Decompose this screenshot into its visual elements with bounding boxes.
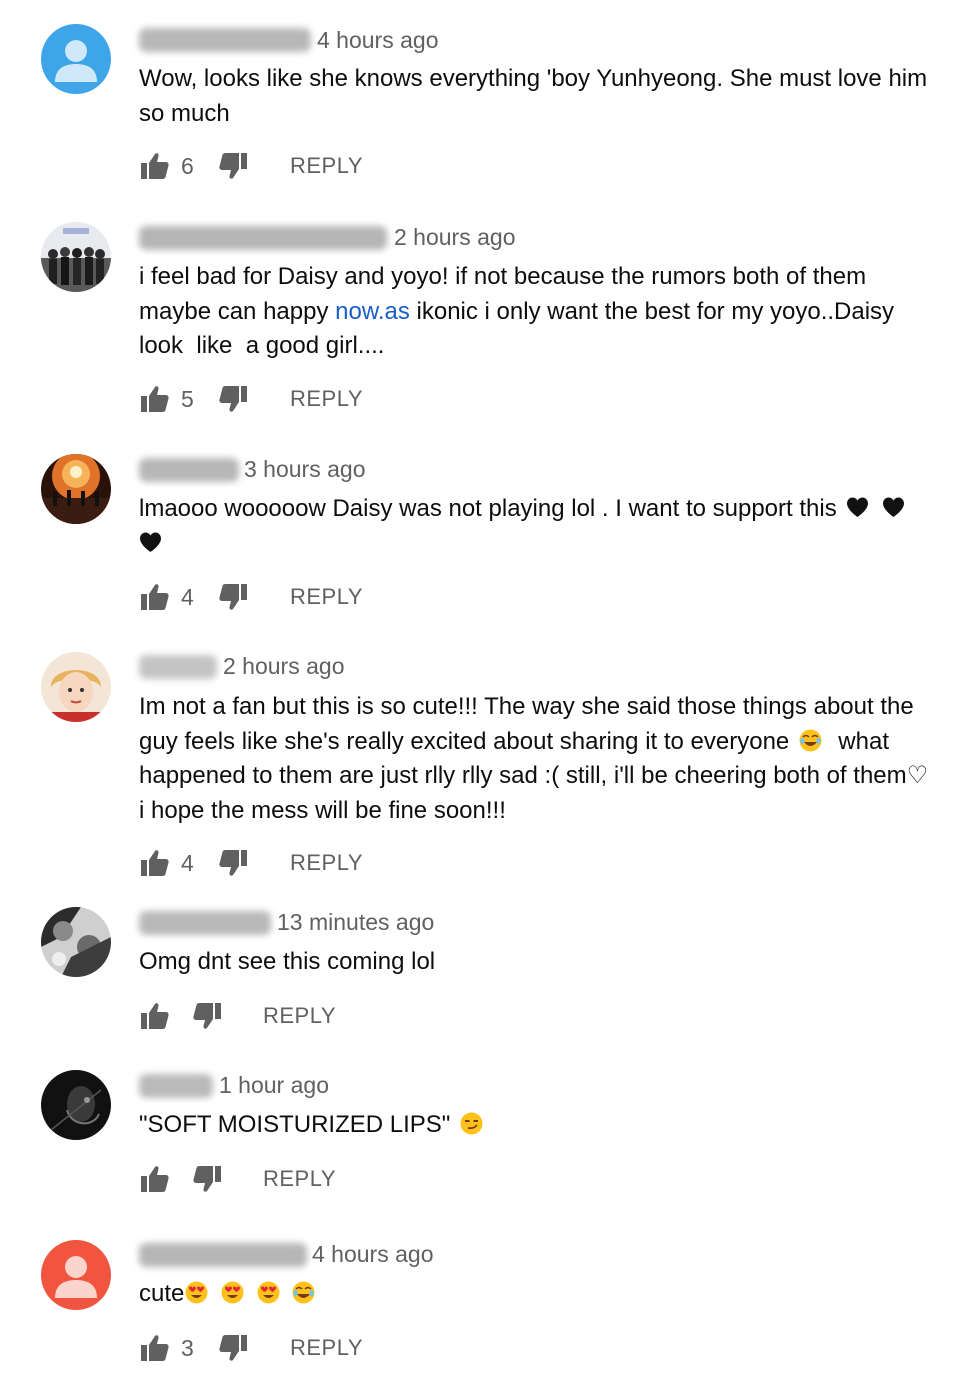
reply-button[interactable]: REPLY	[263, 1001, 336, 1031]
black-heart-icon	[139, 531, 162, 554]
tears-of-joy-icon	[798, 728, 822, 752]
author-name-blurred[interactable]	[139, 458, 239, 482]
comment-actions: 5 REPLY	[139, 384, 439, 418]
comment-text: cute	[139, 1277, 944, 1312]
comment-actions: 4 REPLY	[139, 582, 439, 616]
thumbs-down-icon[interactable]	[193, 1164, 223, 1194]
thumbs-up-icon[interactable]	[139, 384, 169, 414]
thumbs-up-icon[interactable]	[139, 1164, 169, 1194]
like-count: 6	[181, 153, 194, 179]
thumbs-up-icon[interactable]	[139, 582, 169, 612]
comment-timestamp[interactable]: 1 hour ago	[219, 1071, 329, 1099]
smirking-face-icon	[459, 1112, 483, 1135]
user-avatar-icon[interactable]	[41, 222, 111, 292]
comment-text: Omg dnt see this coming lol	[139, 948, 436, 975]
reply-button[interactable]: REPLY	[290, 384, 363, 414]
reply-button[interactable]: REPLY	[290, 582, 363, 612]
author-name-blurred[interactable]	[139, 1074, 213, 1098]
comment-actions: 3 REPLY	[139, 1333, 439, 1367]
comment-text: Im not a fan but this is so cute!!! The …	[139, 693, 929, 824]
heart-eyes-icon	[257, 1281, 280, 1304]
thumbs-down-icon[interactable]	[219, 582, 249, 612]
thumbs-down-icon[interactable]	[219, 151, 249, 181]
black-heart-icon	[882, 496, 905, 519]
comment-actions: REPLY	[139, 1164, 439, 1198]
thumbs-up-icon[interactable]	[139, 1001, 169, 1031]
black-heart-icon	[846, 496, 869, 519]
author-name-blurred[interactable]	[139, 655, 217, 679]
comment-actions: 4 REPLY	[139, 848, 439, 882]
comment-text: Wow, looks like she knows everything 'bo…	[139, 65, 928, 127]
comment-link[interactable]: now.as	[335, 298, 410, 325]
comment-timestamp[interactable]: 2 hours ago	[394, 223, 515, 251]
reply-button[interactable]: REPLY	[290, 848, 363, 878]
comment-timestamp[interactable]: 2 hours ago	[223, 652, 344, 680]
user-avatar-icon[interactable]	[41, 454, 111, 524]
user-avatar-icon[interactable]	[41, 24, 111, 94]
thumbs-up-icon[interactable]	[139, 151, 169, 181]
comment-text: lmaooo wooooow Daisy was not playing lol…	[139, 492, 944, 561]
reply-button[interactable]: REPLY	[290, 1333, 363, 1363]
like-count: 5	[181, 386, 194, 412]
thumbs-up-icon[interactable]	[139, 848, 169, 878]
user-avatar-icon[interactable]	[41, 1240, 111, 1310]
comment-actions: 6 REPLY	[139, 151, 439, 185]
like-count: 4	[181, 850, 194, 876]
author-name-blurred[interactable]	[139, 911, 271, 935]
comment-text: i feel bad for Daisy and yoyo! if not be…	[139, 263, 895, 359]
thumbs-down-icon[interactable]	[193, 1001, 223, 1031]
heart-eyes-icon	[185, 1281, 208, 1304]
tears-of-joy-icon	[292, 1281, 316, 1304]
thumbs-down-icon[interactable]	[219, 848, 249, 878]
thumbs-down-icon[interactable]	[219, 384, 249, 414]
user-avatar-icon[interactable]	[41, 907, 111, 977]
author-name-blurred[interactable]	[139, 226, 387, 250]
comment-timestamp[interactable]: 13 minutes ago	[277, 908, 434, 936]
author-name-blurred[interactable]	[139, 28, 311, 52]
comment-timestamp[interactable]: 4 hours ago	[312, 1240, 433, 1268]
author-name-blurred[interactable]	[139, 1243, 307, 1267]
reply-button[interactable]: REPLY	[290, 151, 363, 181]
like-count: 4	[181, 584, 194, 610]
comment-timestamp[interactable]: 3 hours ago	[244, 455, 365, 483]
comment-timestamp[interactable]: 4 hours ago	[317, 26, 438, 54]
comment-text: "SOFT MOISTURIZED LIPS"	[139, 1108, 944, 1143]
comment-actions: REPLY	[139, 1001, 439, 1035]
reply-button[interactable]: REPLY	[263, 1164, 336, 1194]
thumbs-up-icon[interactable]	[139, 1333, 169, 1363]
user-avatar-icon[interactable]	[41, 652, 111, 722]
like-count: 3	[181, 1335, 194, 1361]
thumbs-down-icon[interactable]	[219, 1333, 249, 1363]
user-avatar-icon[interactable]	[41, 1070, 111, 1140]
heart-eyes-icon	[221, 1281, 244, 1304]
